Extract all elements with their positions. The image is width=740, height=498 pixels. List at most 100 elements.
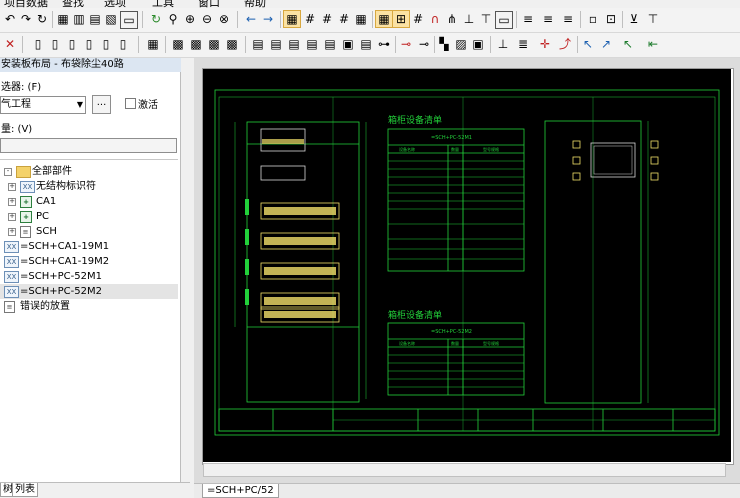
fill-3-icon[interactable]: ▣ [470,36,486,52]
page-3-icon[interactable]: ▯ [64,36,80,52]
expand-icon[interactable]: + [8,228,16,236]
fill-1-icon[interactable]: ▚ [436,36,452,52]
delete-x-icon[interactable]: ✕ [2,36,18,52]
panel-tabs: 树 列表 [0,482,190,498]
select-icon[interactable]: ⊡ [603,11,619,27]
collapse-icon[interactable]: - [4,168,12,176]
undo-icon[interactable]: ↶ [2,11,18,27]
arrow-left-icon[interactable]: ⇤ [645,36,661,52]
tree-item[interactable]: + XX 无结构标识符 [0,179,178,194]
move-icon[interactable]: ⤴ [557,36,573,52]
tree-item[interactable]: + + CA1 [0,194,178,209]
tab-document[interactable]: =SCH+PC/52 [202,484,279,498]
activate-checkbox[interactable] [125,98,136,109]
place-7-icon[interactable]: ▤ [358,36,374,52]
part-3-icon[interactable]: ▩ [188,36,204,52]
grid-icon[interactable]: ▦ [283,10,301,28]
magnet-icon[interactable]: ∩ [427,11,443,27]
cross-icon[interactable]: ✛ [537,36,553,52]
page-5-icon[interactable]: ▯ [98,36,114,52]
zoom-search-icon[interactable]: ⚲ [165,11,181,27]
dots-icon[interactable]: ▫ [585,11,601,27]
lines-3-icon[interactable]: ≡ [560,11,576,27]
rotate-icon[interactable]: ↻ [148,11,164,27]
tree-item[interactable]: - 全部部件 [0,164,178,179]
place-3-icon[interactable]: ▤ [286,36,302,52]
view-2-icon[interactable]: ▥ [71,11,87,27]
cart-icon[interactable]: ⊻ [626,11,642,27]
grid-4-icon[interactable]: ▦ [353,11,369,27]
tree-item[interactable]: + ≡ SCH [0,224,178,239]
menu-help[interactable]: 帮助 [244,0,266,8]
search-input[interactable] [0,138,177,153]
place-5-icon[interactable]: ▤ [322,36,338,52]
part-2-icon[interactable]: ▩ [170,36,186,52]
snap-icon[interactable]: ⋔ [444,11,460,27]
view-4-icon[interactable]: ▧ [103,11,119,27]
refresh-icon[interactable]: ↻ [34,11,50,27]
forward-icon[interactable]: → [260,11,276,27]
wire-2-icon[interactable]: ⊸ [416,36,432,52]
part-1-icon[interactable]: ▦ [145,36,161,52]
part-4-icon[interactable]: ▩ [206,36,222,52]
view-3-icon[interactable]: ▤ [87,11,103,27]
view-1-icon[interactable]: ▦ [55,11,71,27]
snap-3-icon[interactable]: ⊤ [478,11,494,27]
hatch-2-icon[interactable]: # [319,11,335,27]
menu-project-data[interactable]: 项目数据 [4,0,48,8]
hatch-1-icon[interactable]: # [302,11,318,27]
tree-item-label: CA1 [36,196,57,207]
back-icon[interactable]: ← [243,11,259,27]
expand-icon[interactable]: + [8,198,16,206]
lines-2-icon[interactable]: ≡ [540,11,556,27]
rail-2-icon[interactable]: ≣ [515,36,531,52]
wire-1-icon[interactable]: ⊸ [398,36,414,52]
zoom-out-icon[interactable]: ⊖ [199,11,215,27]
zoom-all-icon[interactable]: ⊗ [216,11,232,27]
page-4-icon[interactable]: ▯ [81,36,97,52]
tree-item[interactable]: ≡ 错误的放置 [0,299,178,314]
filter-browse-button[interactable]: ... [92,95,111,114]
place-6-icon[interactable]: ▣ [340,36,356,52]
tree-item[interactable]: XX =SCH+CA1-19M1 [0,239,178,254]
place-2-icon[interactable]: ▤ [268,36,284,52]
tree-item[interactable]: XX =SCH+PC-52M1 [0,269,178,284]
redo-icon[interactable]: ↷ [18,11,34,27]
snap-2-icon[interactable]: ⊥ [461,11,477,27]
lines-icon[interactable]: ≡ [520,11,536,27]
tree-item[interactable]: + + PC [0,209,178,224]
filter-combo[interactable]: 气工程 ▼ [0,96,86,114]
place-8-icon[interactable]: ⊶ [376,36,392,52]
pointer-2-icon[interactable]: ↗ [598,36,614,52]
copy-page-icon[interactable]: ▯ [47,36,63,52]
page-6-icon[interactable]: ▯ [115,36,131,52]
tree-item[interactable]: XX =SCH+PC-52M2 [0,284,178,299]
menu-tools[interactable]: 工具 [152,0,174,8]
drawing-canvas[interactable]: 箱柜设备清单 =SCH+PC-52M1 设备名称 数量 型号规格 箱柜设备清单 … [203,69,731,462]
rail-icon[interactable]: ⊥ [495,36,511,52]
part-5-icon[interactable]: ▩ [224,36,240,52]
hatch-3-icon[interactable]: # [336,11,352,27]
tab-list[interactable]: 列表 [12,483,38,497]
menu-find[interactable]: 查找 [62,0,84,8]
expand-icon[interactable]: + [8,213,16,221]
place-1-icon[interactable]: ▤ [250,36,266,52]
fill-2-icon[interactable]: ▨ [453,36,469,52]
grid-5-icon[interactable]: ▦ [375,10,393,28]
menu-window[interactable]: 窗口 [198,0,220,8]
zoom-in-icon[interactable]: ⊕ [182,11,198,27]
menu-options[interactable]: 选项 [104,0,126,8]
expand-icon[interactable]: + [8,183,16,191]
pointer-3-icon[interactable]: ↖ [620,36,636,52]
new-page-icon[interactable]: ▯ [30,36,46,52]
panel-title: 安装板布局 - 布袋除尘40路 [0,58,181,72]
tree-item[interactable]: XX =SCH+CA1-19M2 [0,254,178,269]
rect-icon[interactable]: ▭ [495,11,513,29]
horizontal-scrollbar[interactable] [203,463,726,477]
place-4-icon[interactable]: ▤ [304,36,320,52]
grid-6-icon[interactable]: ⊞ [392,10,410,28]
bracket-icon[interactable]: ⊤ [645,11,661,27]
hash-icon[interactable]: # [410,11,426,27]
pointer-icon[interactable]: ↖ [580,36,596,52]
window-icon[interactable]: ▭ [120,11,138,29]
